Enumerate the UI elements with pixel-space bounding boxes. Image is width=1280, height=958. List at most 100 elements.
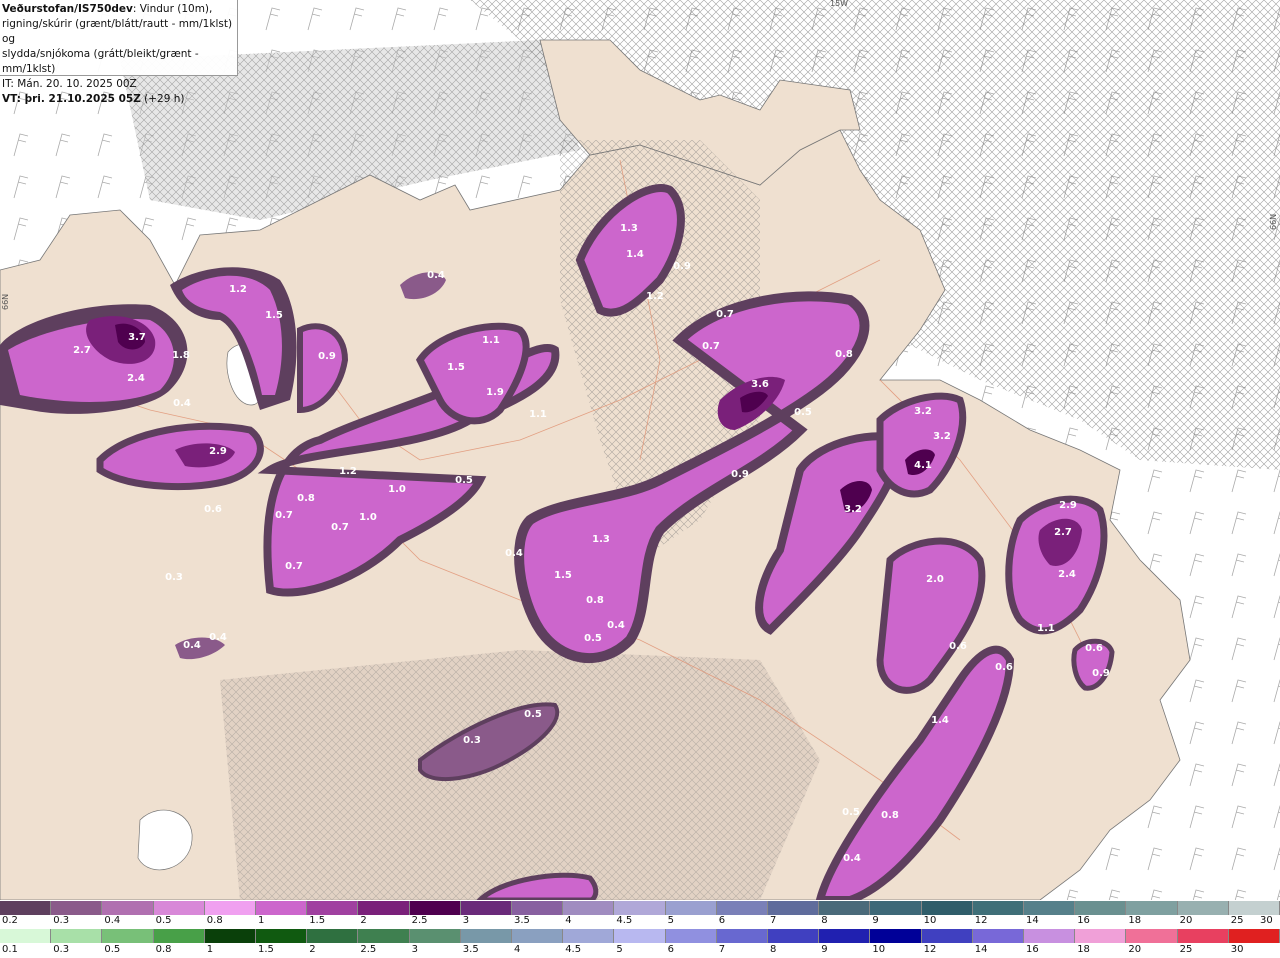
rain-colorbar	[0, 929, 1280, 943]
colorbar-swatch	[307, 901, 359, 915]
precip-value-label: 2.4	[127, 373, 145, 384]
colorbar-tick-label: 14	[974, 944, 988, 955]
title-desc-3: slydda/snjókoma (grátt/bleikt/grænt - mm…	[2, 48, 199, 75]
precip-value-label: 0.9	[731, 469, 749, 480]
colorbar-tick-label: 3.5	[462, 944, 479, 955]
colorbar-swatch	[563, 929, 615, 943]
colorbar-swatch	[51, 901, 103, 915]
precip-value-label: 1.2	[646, 291, 664, 302]
precip-value-label: 1.9	[486, 387, 504, 398]
colorbar-tick-label: 0.3	[53, 944, 70, 955]
valid-time: VT: þri. 21.10.2025 05Z	[2, 93, 141, 105]
precip-value-label: 0.4	[183, 640, 201, 651]
precip-value-label: 0.5	[455, 475, 473, 486]
valid-time-offset: (+29 h)	[144, 93, 185, 105]
snow-colorbar-ticks: 0.2 0.3 0.4 0.5 0.8 1 1.5 2 2.5 3 3.5 4 4.5 5 6 7 8 9 10 12…	[0, 915, 1280, 927]
colorbar-swatch	[921, 901, 973, 915]
title-desc-2: rigning/skúrir (grænt/blátt/rautt - mm/1…	[2, 18, 233, 45]
colorbar-swatch	[716, 929, 769, 943]
edge-label-right: 66N	[1269, 214, 1278, 230]
colorbar-tick-label: 25	[1179, 944, 1193, 955]
colorbar-swatch	[614, 901, 666, 915]
precip-value-label: 0.7	[702, 341, 720, 352]
weather-map: 3.7 2.7 2.4 1.8 1.2 1.5 0.9 0.4 2.9 0.6 0.3 0.4 0.4 0…	[0, 0, 1280, 900]
colorbar-swatch	[768, 901, 820, 915]
colorbar-swatch	[1075, 929, 1127, 943]
colorbar-swatch	[204, 929, 257, 943]
colorbar-swatch	[460, 929, 513, 943]
precip-value-label: 0.3	[463, 735, 481, 746]
precip-value-label: 1.0	[388, 484, 406, 495]
precip-value-label: 4.1	[914, 460, 932, 471]
precip-value-label: 1.4	[626, 249, 644, 260]
colorbar-swatch	[716, 901, 769, 915]
colorbar-tick-label: 0.3	[53, 915, 70, 926]
colorbar-swatch	[819, 901, 871, 915]
edge-label-left: 66N	[1, 294, 10, 310]
colorbar-tick-label: 16	[1077, 915, 1090, 926]
precip-value-label: 0.5	[524, 709, 542, 720]
colorbar-swatch	[768, 929, 820, 943]
precip-value-label: 1.0	[359, 512, 377, 523]
title-desc-1: : Vindur (10m),	[132, 3, 213, 15]
colorbar-tick-label: 4	[565, 915, 572, 926]
precip-value-label: 3.6	[751, 379, 769, 390]
colorbar-tick-label: 2.5	[411, 915, 428, 926]
colorbar-swatch	[1228, 901, 1280, 915]
precip-value-label: 2.7	[1054, 527, 1072, 538]
colorbar-swatch	[1177, 901, 1229, 915]
precip-value-label: 3.7	[128, 332, 146, 343]
precip-value-label: 1.5	[447, 362, 465, 373]
colorbar-tick-label: 30	[1230, 944, 1244, 955]
precip-value-label: 2.4	[1058, 569, 1076, 580]
colorbar-tick-label: 2.5	[360, 944, 377, 955]
precip-value-label: 0.5	[842, 807, 860, 818]
colorbar-tick-label: 16	[1026, 944, 1039, 955]
colorbar-tick-label: 20	[1128, 944, 1142, 955]
precip-value-label: 1.5	[265, 310, 283, 321]
colorbar-tick-label: 20	[1179, 915, 1193, 926]
colorbar-tick-label: 4	[514, 944, 521, 955]
colorbar-swatch	[256, 901, 308, 915]
precip-value-label: 0.4	[173, 398, 191, 409]
colorbar-tick-label: 0.2	[2, 915, 18, 926]
colorbar-tick-label: 12	[974, 915, 988, 926]
colorbar-swatch	[307, 929, 359, 943]
colorbar-swatch	[0, 929, 52, 943]
precip-value-label: 0.6	[204, 504, 222, 515]
precip-value-label: 3.2	[933, 431, 951, 442]
colorbar-swatch	[512, 901, 564, 915]
colorbar-tick-label: 0.8	[155, 944, 172, 955]
precip-value-label: 1.2	[229, 284, 247, 295]
precip-value-label: 0.7	[285, 561, 303, 572]
colorbar-swatch	[1126, 901, 1178, 915]
colorbar-tick-label: 3.5	[514, 915, 530, 926]
colorbar-swatch	[614, 929, 666, 943]
colorbar-tick-label: 9	[821, 944, 828, 955]
colorbar-swatch	[1177, 929, 1229, 943]
colorbar-tick-label: 6	[667, 944, 674, 955]
colorbar-tick-label: 5	[616, 944, 623, 955]
colorbar-tick-label: 2	[309, 944, 316, 955]
colorbar-swatch	[921, 929, 973, 943]
precip-value-label: 0.8	[881, 810, 899, 821]
precip-value-label: 1.1	[482, 335, 500, 346]
colorbar-tick-label: 18	[1128, 915, 1142, 926]
colorbar-tick-label: 1.5	[258, 944, 274, 955]
precip-value-label: 0.9	[1092, 668, 1110, 679]
precip-value-label: 2.9	[1059, 500, 1077, 511]
colorbar-swatch	[153, 929, 205, 943]
colorbar-swatch	[256, 929, 308, 943]
colorbar-swatch	[409, 901, 461, 915]
colorbar-tick-label: 5	[667, 915, 674, 926]
precip-value-label: 3.2	[844, 504, 862, 515]
precip-value-label: 1.1	[529, 409, 547, 420]
snow-colorbar	[0, 901, 1280, 915]
initial-time: IT: Mán. 20. 10. 2025 00Z	[2, 78, 137, 90]
colorbar-swatch	[51, 929, 103, 943]
colorbar-tick-label: 8	[821, 915, 828, 926]
colorbar-tick-label: 3	[462, 915, 470, 926]
colorbar-swatch	[204, 901, 257, 915]
colorbar-swatch	[819, 929, 871, 943]
precip-value-label: 0.6	[949, 641, 967, 652]
